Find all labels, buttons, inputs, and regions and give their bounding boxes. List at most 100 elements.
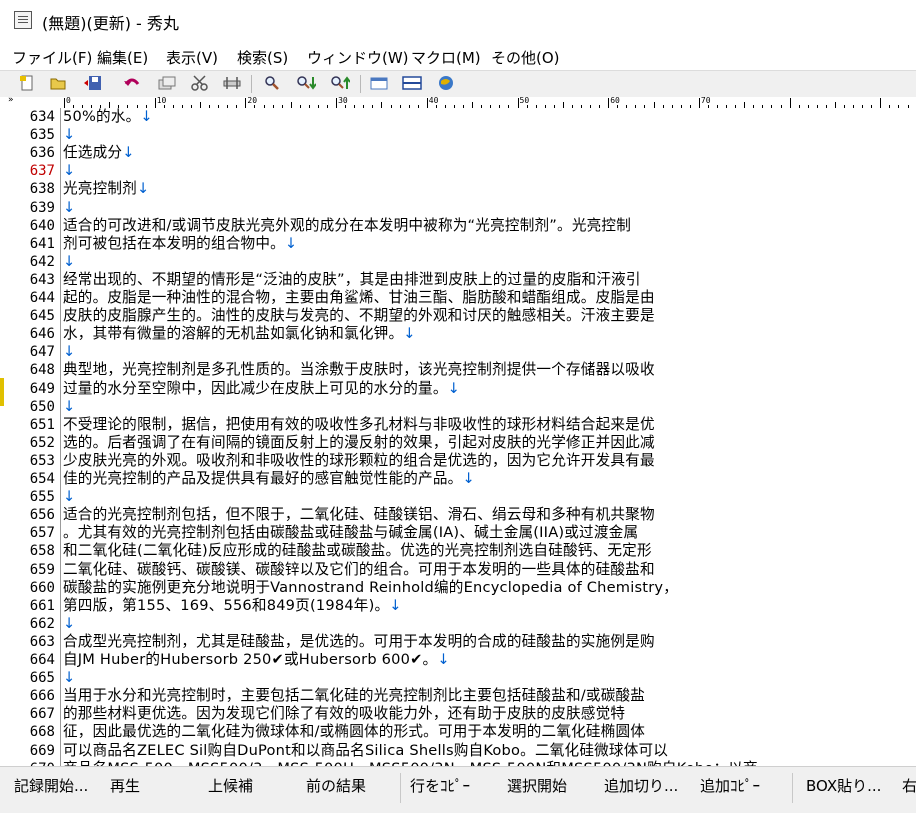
editor-line[interactable]: 649 过量的水分至空隙中，因此减少在皮肤上可见的水分的量。↓ — [0, 380, 916, 398]
editor-line[interactable]: 655 ↓ — [0, 488, 916, 506]
editor-line[interactable]: 657 。尤其有效的光亮控制剂包括由碳酸盐或硅酸盐与碱金属(IA)、碱土金属(II… — [0, 524, 916, 542]
editor-line[interactable]: 646 水，其带有微量的溶解的无机盐如氯化钠和氯化钾。↓ — [0, 325, 916, 343]
editor-line[interactable]: 645 皮肤的皮脂腺产生的。油性的皮肤与发亮的、不期望的外观和讨厌的触感相关。汗液… — [0, 307, 916, 325]
undo-icon[interactable] — [122, 74, 142, 92]
menu-file[interactable]: ファイル(F) — [12, 47, 92, 68]
editor-line[interactable]: 640 适合的可改进和/或调节皮肤光亮外观的成分在本发明中被称为“光亮控制剂”。光… — [0, 217, 916, 235]
function-key-2[interactable]: 再生 — [110, 775, 140, 796]
line-text[interactable]: 第四版，第155、169、556和849页(1984年)。↓ — [63, 597, 402, 615]
editor-line[interactable]: 639 ↓ — [0, 199, 916, 217]
editor-line[interactable]: 661 第四版，第155、169、556和849页(1984年)。↓ — [0, 597, 916, 615]
line-text[interactable]: ↓ — [63, 615, 75, 633]
line-text[interactable]: 光亮控制剂↓ — [63, 180, 149, 198]
editor-line[interactable]: 648 典型地，光亮控制剂是多孔性质的。当涂敷于皮肤时，该光亮控制剂提供一个存储器… — [0, 361, 916, 379]
line-text[interactable]: 可以商品名ZELEC Sil购自DuPont和以商品名Silica Shells… — [63, 742, 668, 760]
editor-line[interactable]: 647 ↓ — [0, 343, 916, 361]
search-icon[interactable] — [262, 74, 282, 92]
function-key-9[interactable]: 追加切り... — [604, 775, 678, 796]
editor-line[interactable]: 638 光亮控制剂↓ — [0, 180, 916, 198]
search-down-icon[interactable] — [296, 74, 316, 92]
line-text[interactable]: 选的。后者强调了在有间隔的镜面反射上的漫反射的效果，引起对皮肤的光学修正并因此减 — [63, 434, 655, 452]
line-text[interactable]: 碳酸盐的实施例更充分地说明于Vannostrand Reinhold编的Ency… — [63, 579, 678, 597]
editor-line[interactable]: 652 选的。后者强调了在有间隔的镜面反射上的漫反射的效果，引起对皮肤的光学修正并… — [0, 434, 916, 452]
function-key-8[interactable]: 選択開始 — [507, 775, 567, 796]
line-text[interactable]: ↓ — [63, 398, 75, 416]
line-text[interactable]: 适合的可改进和/或调节皮肤光亮外观的成分在本发明中被称为“光亮控制剂”。光亮控制 — [63, 217, 631, 235]
editor-line[interactable]: 666 当用于水分和光亮控制时，主要包括二氧化硅的光亮控制剂比主要包括硅酸盐和/或… — [0, 687, 916, 705]
line-text[interactable]: 不受理论的限制，据信，把使用有效的吸收性多孔材料与非吸收性的球形材料结合起来是优 — [63, 416, 655, 434]
line-text[interactable]: 二氧化硅、碳酸钙、碳酸镁、碳酸锌以及它们的组合。可用于本发明的一些具体的硅酸盐和 — [63, 561, 655, 579]
editor-line[interactable]: 656 适合的光亮控制剂包括，但不限于，二氧化硅、硅酸镁铝、滑石、绢云母和多种有机… — [0, 506, 916, 524]
function-key-11[interactable]: BOX貼り... — [806, 775, 881, 796]
editor-line[interactable]: 668 征，因此最优选的二氧化硅为微球体和/或椭圆体的形式。可用于本发明的二氧化硅… — [0, 723, 916, 741]
line-text[interactable]: 皮肤的皮脂腺产生的。油性的皮肤与发亮的、不期望的外观和讨厌的触感相关。汗液主要是 — [63, 307, 655, 325]
menu-macro[interactable]: マクロ(M) — [411, 47, 481, 68]
editor-line[interactable]: 654 佳的光亮控制的产品及提供具有最好的感官触觉性能的产品。↓ — [0, 470, 916, 488]
editor-line[interactable]: 665 ↓ — [0, 669, 916, 687]
line-text[interactable]: 水，其带有微量的溶解的无机盐如氯化钠和氯化钾。↓ — [63, 325, 416, 343]
line-text[interactable]: 和二氧化硅(二氧化硅)反应形成的硅酸盐或碳酸盐。优选的光亮控制剂选自硅酸钙、无定… — [63, 542, 652, 560]
split-icon[interactable] — [402, 74, 422, 92]
paste-icon[interactable] — [222, 74, 242, 92]
editor-line[interactable]: 659 二氧化硅、碳酸钙、碳酸镁、碳酸锌以及它们的组合。可用于本发明的一些具体的硅… — [0, 561, 916, 579]
editor-line[interactable]: 651 不受理论的限制，据信，把使用有效的吸收性多孔材料与非吸收性的球形材料结合起… — [0, 416, 916, 434]
line-text[interactable]: 适合的光亮控制剂包括，但不限于，二氧化硅、硅酸镁铝、滑石、绢云母和多种有机共聚物 — [63, 506, 655, 524]
line-text[interactable]: 经常出现的、不期望的情形是“泛油的皮肤”，其是由排泄到皮肤上的过量的皮脂和汗液引 — [63, 271, 641, 289]
globe-icon[interactable] — [436, 74, 456, 92]
save-icon[interactable] — [83, 74, 103, 92]
editor-line[interactable]: 644 起的。皮脂是一种油性的混合物，主要由角鲨烯、甘油三酯、脂肪酸和蜡酯组成。皮… — [0, 289, 916, 307]
line-text[interactable]: 典型地，光亮控制剂是多孔性质的。当涂敷于皮肤时，该光亮控制剂提供一个存储器以吸收 — [63, 361, 655, 379]
function-key-10[interactable]: 追加ｺﾋﾟｰ — [700, 775, 760, 796]
editor-line[interactable]: 653 少皮肤光亮的外观。吸收剂和非吸收性的球形颗粒的组合是优选的，因为它允许开发… — [0, 452, 916, 470]
line-text[interactable]: 。尤其有效的光亮控制剂包括由碳酸盐或硅酸盐与碱金属(IA)、碱土金属(IIA)或… — [63, 524, 638, 542]
copy-icon[interactable] — [157, 74, 177, 92]
line-text[interactable]: 起的。皮脂是一种油性的混合物，主要由角鲨烯、甘油三酯、脂肪酸和蜡酯组成。皮脂是由 — [63, 289, 655, 307]
line-text[interactable]: 佳的光亮控制的产品及提供具有最好的感官触觉性能的产品。↓ — [63, 470, 475, 488]
function-key-4[interactable]: 上候補 — [208, 775, 253, 796]
cut-icon[interactable] — [190, 74, 210, 92]
line-text[interactable]: 任选成分↓ — [63, 144, 135, 162]
text-editor[interactable]: 634 50%的水。↓ 635 ↓ 636 任选成分↓ 637 ↓ 638 光亮控制剂↓ 639 ↓ 6… — [0, 108, 916, 766]
line-text[interactable]: 自JM Huber的Hubersorb 250✔或Hubersorb 600✔。… — [63, 651, 450, 669]
editor-line[interactable]: 643 经常出现的、不期望的情形是“泛油的皮肤”，其是由排泄到皮肤上的过量的皮脂和… — [0, 271, 916, 289]
line-text[interactable]: 少皮肤光亮的外观。吸收剂和非吸收性的球形颗粒的组合是优选的，因为它允许开发具有最 — [63, 452, 655, 470]
editor-line[interactable]: 637 ↓ — [0, 162, 916, 180]
line-text[interactable]: ↓ — [63, 253, 75, 271]
line-text[interactable]: 过量的水分至空隙中，因此减少在皮肤上可见的水分的量。↓ — [63, 380, 460, 398]
editor-line[interactable]: 634 50%的水。↓ — [0, 108, 916, 126]
editor-line[interactable]: 667 的那些材料更优选。因为发现它们除了有效的吸收能力外，还有助于皮肤的皮肤感觉… — [0, 705, 916, 723]
editor-line[interactable]: 663 合成型光亮控制剂，尤其是硅酸盐，是优选的。可用于本发明的合成的硅酸盐的实施… — [0, 633, 916, 651]
line-text[interactable]: 当用于水分和光亮控制时，主要包括二氧化硅的光亮控制剂比主要包括硅酸盐和/或碳酸盐 — [63, 687, 645, 705]
menu-edit[interactable]: 編集(E) — [97, 47, 148, 68]
menu-search[interactable]: 検索(S) — [237, 47, 288, 68]
search-up-icon[interactable] — [330, 74, 350, 92]
menu-window[interactable]: ウィンドウ(W) — [307, 47, 409, 68]
editor-line[interactable]: 660 碳酸盐的实施例更充分地说明于Vannostrand Reinhold编的E… — [0, 579, 916, 597]
line-text[interactable]: 合成型光亮控制剂，尤其是硅酸盐，是优选的。可用于本发明的合成的硅酸盐的实施例是购 — [63, 633, 655, 651]
editor-line[interactable]: 642 ↓ — [0, 253, 916, 271]
line-text[interactable]: 的那些材料更优选。因为发现它们除了有效的吸收能力外，还有助于皮肤的皮肤感觉特 — [63, 705, 625, 723]
editor-line[interactable]: 635 ↓ — [0, 126, 916, 144]
line-text[interactable]: ↓ — [63, 669, 75, 687]
line-text[interactable]: ↓ — [63, 488, 75, 506]
new-file-icon[interactable] — [17, 74, 37, 92]
line-text[interactable]: ↓ — [63, 343, 75, 361]
line-text[interactable]: 50%的水。↓ — [63, 108, 153, 126]
editor-line[interactable]: 650 ↓ — [0, 398, 916, 416]
line-text[interactable]: 征，因此最优选的二氧化硅为微球体和/或椭圆体的形式。可用于本发明的二氧化硅椭圆体 — [63, 723, 645, 741]
editor-line[interactable]: 658 和二氧化硅(二氧化硅)反应形成的硅酸盐或碳酸盐。优选的光亮控制剂选自硅酸钙… — [0, 542, 916, 560]
line-text[interactable]: ↓ — [63, 126, 75, 144]
editor-line[interactable]: 641 剂可被包括在本发明的组合物中。↓ — [0, 235, 916, 253]
line-text[interactable]: ↓ — [63, 162, 75, 180]
window-icon[interactable] — [369, 74, 389, 92]
line-text[interactable]: ↓ — [63, 199, 75, 217]
function-key-7[interactable]: 行をｺﾋﾟｰ — [410, 775, 470, 796]
menu-view[interactable]: 表示(V) — [166, 47, 218, 68]
function-key-12[interactable]: 右 — [902, 775, 916, 796]
function-key-6[interactable]: 前の結果 — [306, 775, 366, 796]
open-folder-icon[interactable] — [48, 74, 68, 92]
editor-line[interactable]: 662 ↓ — [0, 615, 916, 633]
menu-other[interactable]: その他(O) — [491, 47, 560, 68]
editor-line[interactable]: 669 可以商品名ZELEC Sil购自DuPont和以商品名Silica She… — [0, 742, 916, 760]
function-key-1[interactable]: 記録開始... — [14, 775, 88, 796]
